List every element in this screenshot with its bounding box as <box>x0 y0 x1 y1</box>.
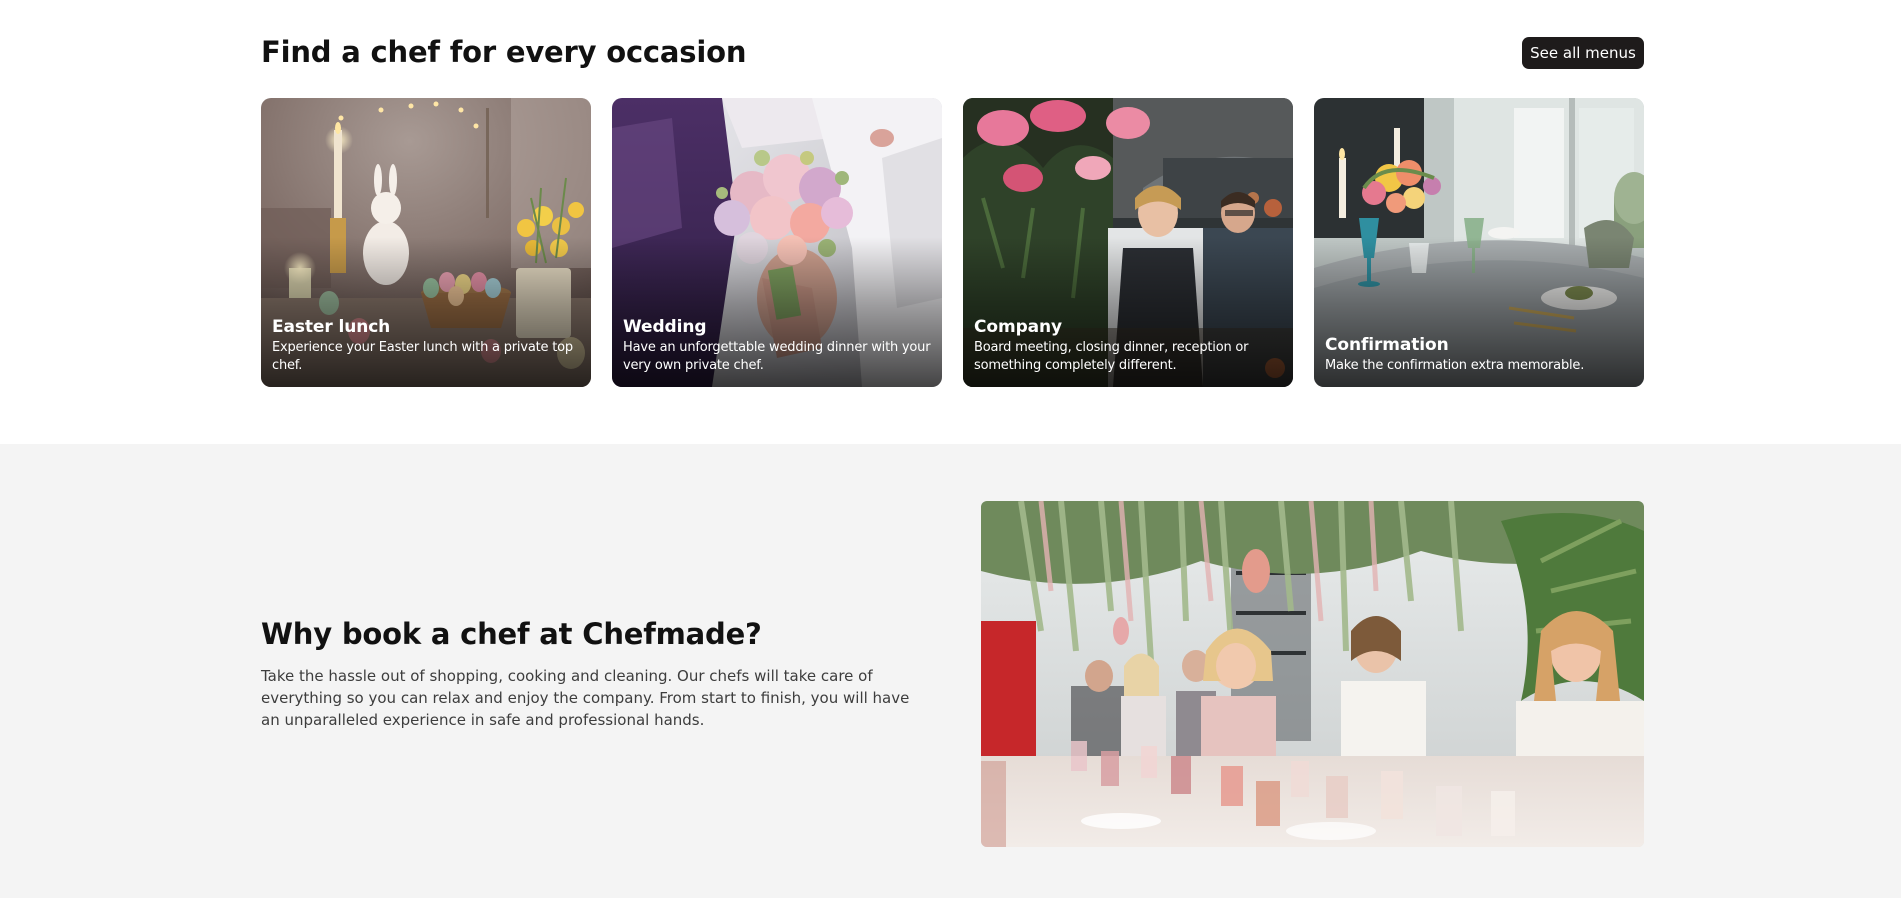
card-text: Wedding Have an unforgettable wedding di… <box>623 316 931 375</box>
occasion-card-confirmation[interactable]: Confirmation Make the confirmation extra… <box>1314 98 1644 387</box>
card-text: Company Board meeting, closing dinner, r… <box>974 316 1282 375</box>
why-description: Take the hassle out of shopping, cooking… <box>261 667 910 729</box>
card-description: Board meeting, closing dinner, reception… <box>974 340 1249 373</box>
card-description: Make the confirmation extra memorable. <box>1325 358 1585 373</box>
why-section: Why book a chef at Chefmade? Take the ha… <box>0 444 1901 898</box>
card-title: Wedding <box>623 317 707 337</box>
dinner-party-photo <box>981 501 1644 847</box>
card-text: Easter lunch Experience your Easter lunc… <box>272 316 580 375</box>
dinner-party-image <box>981 501 1644 847</box>
occasion-card-company[interactable]: Company Board meeting, closing dinner, r… <box>963 98 1293 387</box>
see-all-menus-button[interactable]: See all menus <box>1522 37 1644 69</box>
card-title: Company <box>974 317 1062 337</box>
occasion-cards: Easter lunch Experience your Easter lunc… <box>261 98 1645 387</box>
occasion-card-easter-lunch[interactable]: Easter lunch Experience your Easter lunc… <box>261 98 591 387</box>
card-description: Have an unforgettable wedding dinner wit… <box>623 340 931 373</box>
card-description: Experience your Easter lunch with a priv… <box>272 340 573 373</box>
card-title: Confirmation <box>1325 335 1449 355</box>
occasions-heading: Find a chef for every occasion <box>261 35 747 69</box>
why-heading: Why book a chef at Chefmade? <box>261 617 762 651</box>
card-title: Easter lunch <box>272 317 391 337</box>
occasions-section: Find a chef for every occasion See all m… <box>0 0 1901 444</box>
occasion-card-wedding[interactable]: Wedding Have an unforgettable wedding di… <box>612 98 942 387</box>
page: Find a chef for every occasion See all m… <box>0 0 1901 898</box>
card-text: Confirmation Make the confirmation extra… <box>1325 334 1633 375</box>
